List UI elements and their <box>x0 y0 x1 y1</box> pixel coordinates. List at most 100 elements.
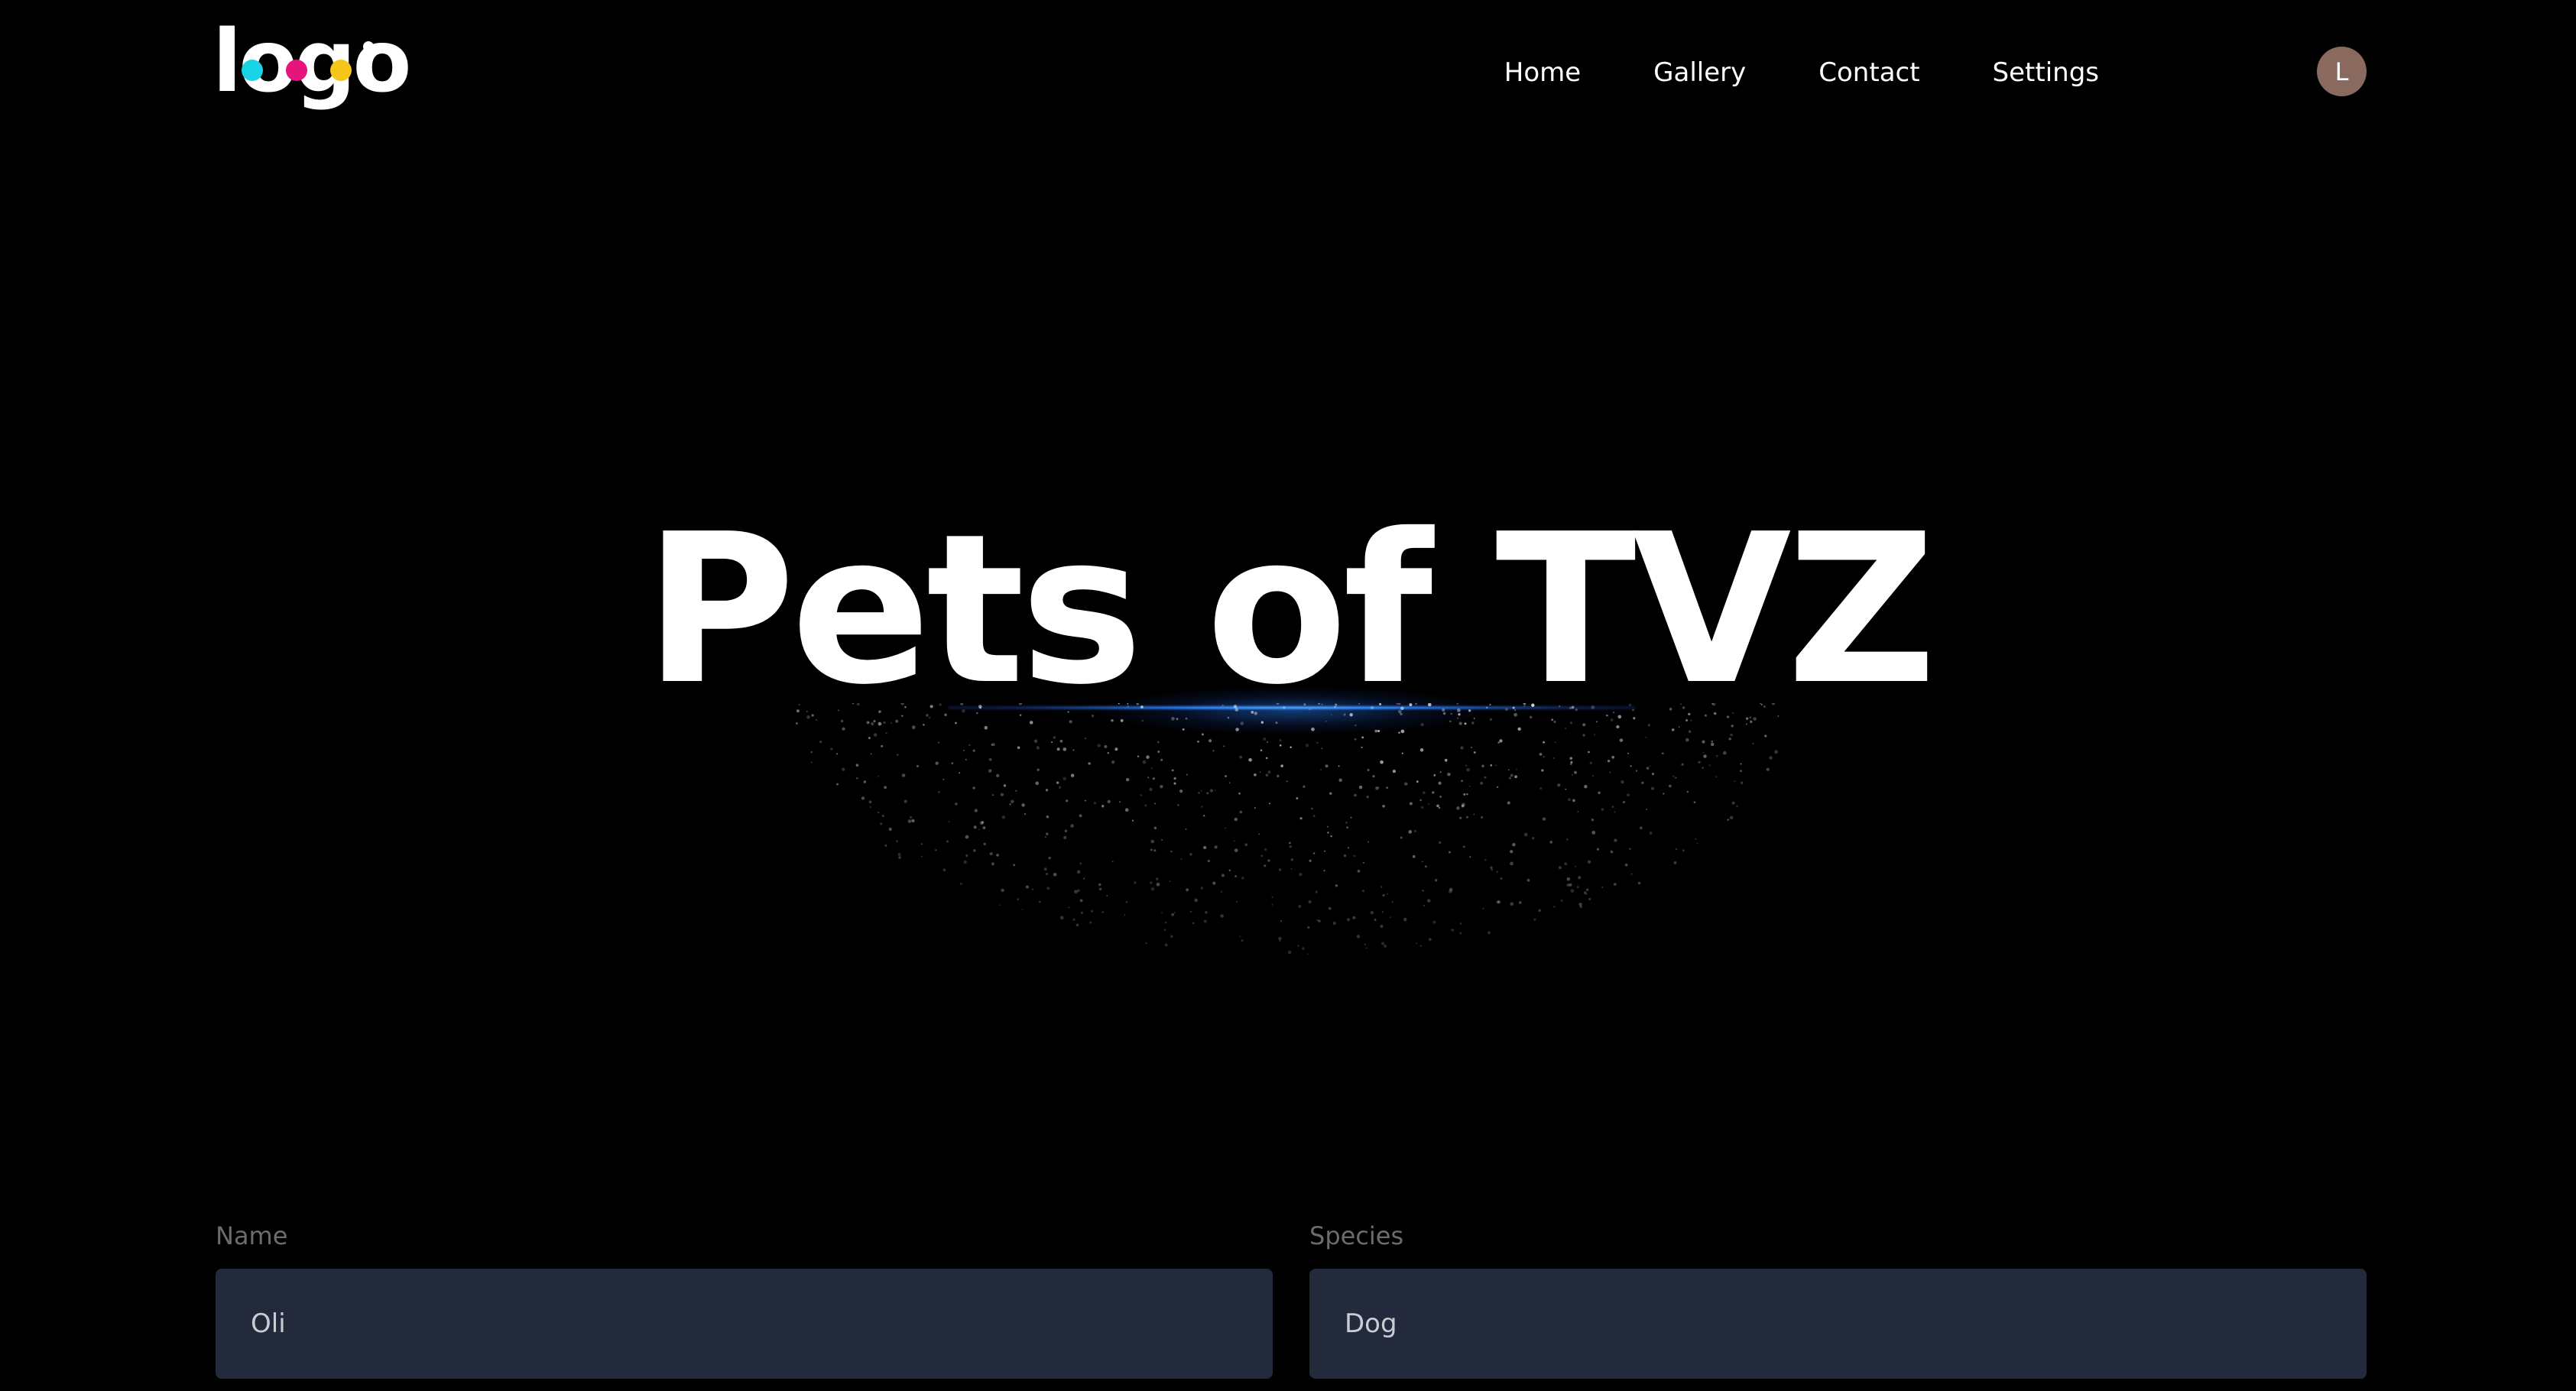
sparkle-dot <box>1675 848 1678 851</box>
sparkle-dot <box>1318 703 1320 705</box>
sparkle-dot <box>1374 729 1378 733</box>
sparkle-dot <box>1265 757 1268 760</box>
user-avatar[interactable]: L <box>2317 47 2367 96</box>
sparkle-dot <box>1315 890 1318 893</box>
sparkle-dot <box>1171 769 1174 772</box>
sparkle-dot <box>1736 805 1738 808</box>
sparkle-dot <box>1064 829 1068 832</box>
sparkle-dot <box>928 716 931 719</box>
sparkle-dot <box>904 706 907 708</box>
sparkle-dot <box>920 855 923 858</box>
sparkle-dot <box>1140 793 1142 796</box>
sparkle-dot <box>1516 768 1517 770</box>
species-input[interactable] <box>1309 1269 2367 1379</box>
sparkle-dot <box>1170 850 1173 853</box>
sparkle-dot <box>1140 705 1144 708</box>
sparkle-dot <box>1312 815 1316 817</box>
sparkle-dot <box>1554 741 1556 744</box>
sparkle-dot <box>1039 900 1041 903</box>
sparkle-dot <box>1091 715 1095 718</box>
sparkle-dot <box>901 773 906 777</box>
logo[interactable]: logo <box>213 12 411 115</box>
sparkle-dot <box>1777 715 1780 717</box>
sparkle-dot <box>1058 786 1062 790</box>
sparkle-dot <box>1392 769 1397 773</box>
sparkle-dot <box>1111 861 1114 863</box>
sparkle-dot <box>795 722 798 725</box>
sparkle-dot <box>1104 744 1108 748</box>
sparkle-dot <box>1053 736 1056 739</box>
sparkle-dot <box>840 719 844 723</box>
name-input[interactable] <box>216 1269 1273 1379</box>
sparkle-dot <box>1582 723 1586 727</box>
sparkle-dot <box>806 710 808 712</box>
sparkle-dot <box>856 703 860 706</box>
sparkle-dot <box>973 825 977 829</box>
sparkle-dot <box>1299 817 1303 820</box>
sparkle-dot <box>1350 816 1352 819</box>
sparkle-dot <box>1279 739 1282 742</box>
sparkle-dot <box>930 705 933 708</box>
sparkle-dot <box>1335 703 1338 706</box>
sparkle-dot <box>1517 727 1521 731</box>
sparkle-dot <box>1275 721 1278 725</box>
sparkle-dot <box>1575 708 1578 712</box>
sparkle-dot <box>1512 843 1516 847</box>
sparkle-dot <box>1346 826 1348 829</box>
sparkle-dot <box>1456 806 1460 810</box>
sparkle-dot <box>1075 923 1079 927</box>
sparkle-dot <box>1021 908 1024 910</box>
nav-item-settings[interactable]: Settings <box>1993 57 2099 88</box>
sparkle-dot <box>1459 932 1462 935</box>
sparkle-dot <box>798 704 800 706</box>
sparkle-dot <box>1375 786 1379 790</box>
sparkle-dot <box>1380 886 1383 888</box>
sparkle-dot <box>1398 731 1400 734</box>
sparkle-dot <box>1024 812 1027 815</box>
sparkle-dot <box>1471 721 1475 725</box>
sparkle-dot <box>1641 781 1644 784</box>
sparkle-dot <box>1111 718 1114 722</box>
sparkle-dot <box>1732 712 1734 715</box>
logo-dot-magenta <box>286 60 307 81</box>
sparkle-dot <box>965 758 967 760</box>
sparkle-dot <box>1157 751 1160 753</box>
sparkle-dot <box>881 744 884 747</box>
sparkle-dot <box>1419 799 1423 802</box>
sparkle-dot <box>1134 881 1137 884</box>
sparkle-dot <box>1048 856 1051 860</box>
nav-item-gallery[interactable]: Gallery <box>1653 57 1746 88</box>
sparkle-dot <box>1384 944 1387 948</box>
sparkle-dot <box>1473 751 1476 754</box>
sparkle-dot <box>1111 760 1115 764</box>
sparkle-dot <box>1419 748 1424 752</box>
sparkle-dot <box>1160 758 1163 761</box>
sparkle-dot <box>1067 711 1069 713</box>
sparkle-dot <box>1610 850 1614 854</box>
page: logo Home Gallery Contact Settings L Pet… <box>0 0 2576 1391</box>
sparkle-dot <box>1460 746 1464 750</box>
sparkle-dot <box>1225 827 1227 829</box>
sparkle-dot <box>1346 918 1351 922</box>
sparkle-dot <box>1575 865 1576 867</box>
sparkle-dot <box>1084 738 1087 740</box>
nav-item-contact[interactable]: Contact <box>1818 57 1919 88</box>
sparkle-dot <box>1179 789 1183 793</box>
sparkle-dot <box>1311 727 1315 731</box>
sparkle-dot <box>1420 722 1424 727</box>
sparkle-dot <box>1189 852 1192 856</box>
sparkle-dot <box>965 854 968 858</box>
sparkle-dot <box>1489 703 1491 706</box>
sparkle-dot <box>1205 911 1208 914</box>
sparkle-dot <box>1318 919 1321 922</box>
nav-item-home[interactable]: Home <box>1504 57 1581 88</box>
sparkle-dot <box>868 800 872 804</box>
sparkle-dot <box>1606 715 1608 717</box>
sparkle-dot <box>819 741 822 744</box>
sparkle-dot <box>1518 901 1522 904</box>
sparkle-dot <box>972 786 975 790</box>
sparkle-dot <box>978 828 980 831</box>
logo-dot-cyan <box>242 60 263 81</box>
sparkle-dot <box>1241 939 1244 942</box>
sparkle-dot <box>1161 838 1163 841</box>
